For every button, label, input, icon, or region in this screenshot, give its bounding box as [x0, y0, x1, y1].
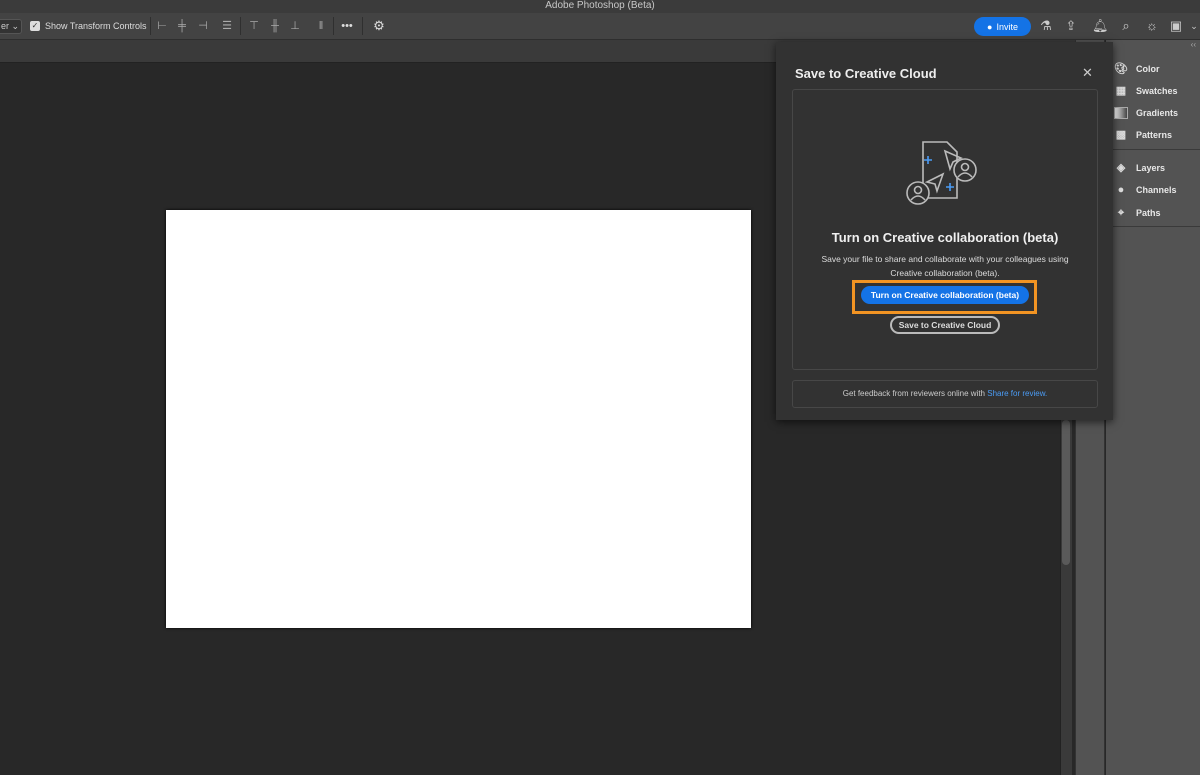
align-center-icon[interactable]: ╪ [175, 19, 189, 33]
bell-icon[interactable]: 🔔︎ [1092, 18, 1109, 34]
collaboration-heading: Turn on Creative collaboration (beta) [831, 230, 1059, 245]
panel-item-channels[interactable]: ● Channels [1114, 181, 1177, 199]
panel-item-gradients[interactable]: Gradients [1114, 104, 1178, 122]
palette-icon: 🎨︎ [1114, 63, 1128, 75]
divider [1106, 149, 1200, 150]
save-to-creative-cloud-dialog: Save to Creative Cloud ✕ Turn on Creativ… [776, 42, 1113, 420]
panel-item-paths[interactable]: ⌖ Paths [1114, 204, 1161, 222]
layers-icon: ◈ [1116, 162, 1126, 174]
more-options-icon[interactable]: ••• [340, 19, 354, 33]
panel-item-layers[interactable]: ◈ Layers [1114, 159, 1165, 177]
search-icon[interactable]: ⌕ [1118, 18, 1134, 34]
distribute-icon[interactable]: ☰ [220, 19, 234, 33]
app-title: Adobe Photoshop (Beta) [545, 0, 655, 11]
share-for-review-link[interactable]: Share for review. [987, 389, 1047, 398]
align-left-icon[interactable]: ⊢ [155, 19, 169, 33]
save-to-creative-cloud-button[interactable]: Save to Creative Cloud [890, 316, 1000, 334]
collapse-panels-icon[interactable]: ‹‹ [1191, 40, 1196, 49]
divider [1106, 226, 1200, 227]
divider [362, 17, 363, 35]
collaboration-illustration-icon [906, 141, 977, 205]
align-bottom-icon[interactable]: ⊥ [288, 19, 302, 33]
turn-on-collaboration-button[interactable]: Turn on Creative collaboration (beta) [861, 286, 1029, 304]
tool-dropdown[interactable]: er ⌄ [0, 19, 22, 34]
share-for-review-footer: Get feedback from reviewers online with … [792, 380, 1098, 408]
document-canvas[interactable] [166, 210, 751, 628]
dialog-title: Save to Creative Cloud [795, 66, 937, 81]
share-icon[interactable]: ⇪ [1063, 18, 1079, 34]
pattern-icon: ▩ [1115, 129, 1127, 141]
right-panel: ‹‹ 🎨︎ Color ▦ Swatches Gradients ▩ Patterns… [1106, 40, 1200, 775]
grid-icon: ▦ [1115, 85, 1127, 97]
channels-icon: ● [1117, 184, 1125, 196]
divider [150, 17, 151, 35]
gear-icon[interactable]: ⚙ [372, 19, 386, 33]
align-top-icon[interactable]: ⊤ [247, 19, 261, 33]
divider [240, 17, 241, 35]
align-right-icon[interactable]: ⊣ [196, 19, 210, 33]
workspace-icon[interactable]: ▣ [1168, 18, 1184, 34]
close-icon[interactable]: ✕ [1082, 65, 1093, 81]
panel-item-patterns[interactable]: ▩ Patterns [1114, 126, 1172, 144]
flask-icon[interactable]: ⚗ [1038, 18, 1054, 34]
collaboration-description: Save your file to share and collaborate … [821, 254, 1069, 278]
collaboration-card: Turn on Creative collaboration (beta) Sa… [792, 89, 1098, 370]
paths-icon: ⌖ [1117, 207, 1125, 219]
scrollbar-thumb[interactable] [1062, 420, 1070, 565]
panel-item-swatches[interactable]: ▦ Swatches [1114, 82, 1178, 100]
show-transform-label: Show Transform Controls [45, 21, 147, 31]
invite-button[interactable]: ● Invite [974, 17, 1031, 36]
chevron-down-icon[interactable]: ⌄ [1186, 18, 1200, 34]
title-bar: Adobe Photoshop (Beta) [0, 0, 1200, 13]
distribute-vertical-icon[interactable]: ‖ [314, 19, 328, 33]
lightbulb-icon[interactable]: ☼ [1144, 18, 1160, 34]
user-add-icon: ● [987, 21, 993, 32]
divider [333, 17, 334, 35]
show-transform-checkbox[interactable]: ✓ [30, 21, 40, 31]
gradient-icon [1114, 107, 1128, 119]
align-middle-icon[interactable]: ╫ [268, 19, 282, 33]
panel-item-color[interactable]: 🎨︎ Color [1114, 60, 1159, 78]
